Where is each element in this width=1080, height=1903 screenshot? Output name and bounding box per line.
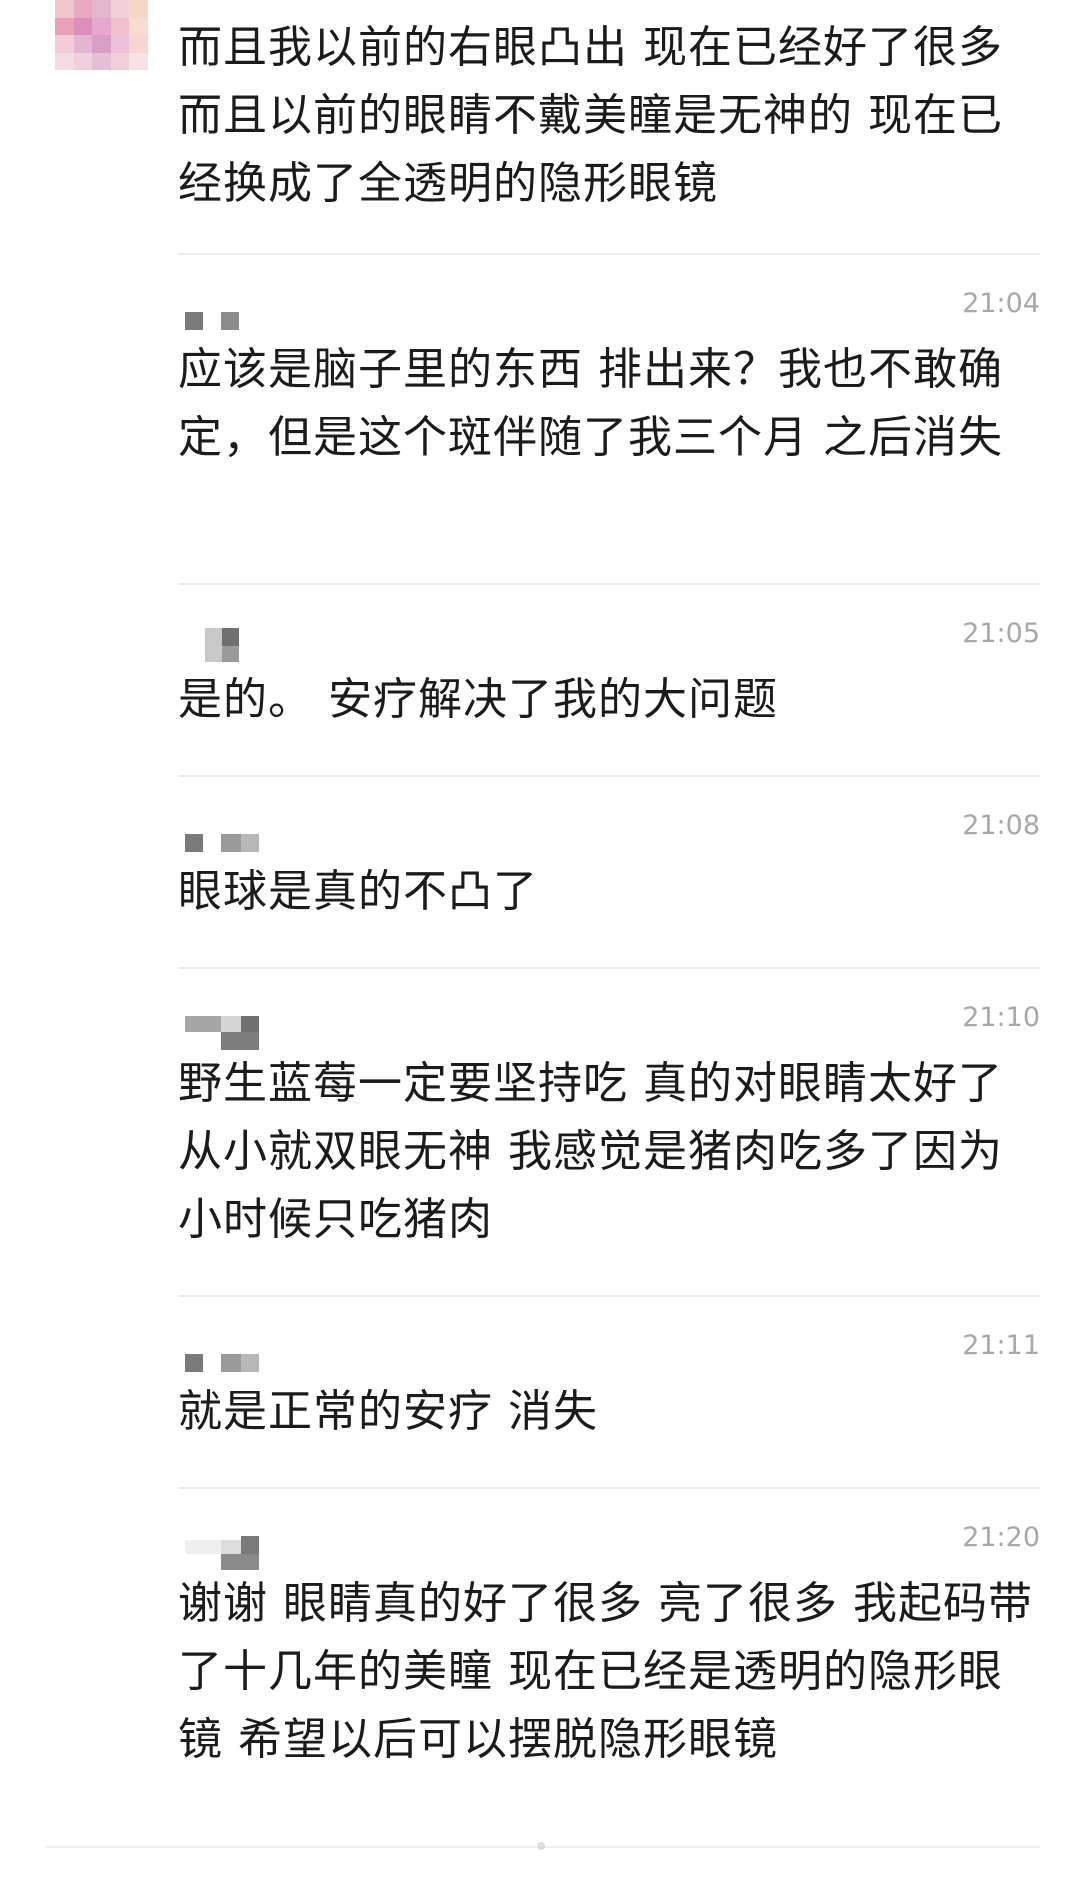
comment-text: 谢谢 眼睛真的好了很多 亮了很多 我起码带了十几年的美瞳 现在已经是透明的隐形眼… — [178, 1578, 1033, 1765]
comment-text: 是的。 安疗解决了我的大问题 — [178, 674, 778, 725]
comment-text: 应该是脑子里的东西 排出来？我也不敢确定，但是这个斑伴随了我三个月 之后消失 — [178, 344, 1003, 463]
username-blurred[interactable] — [185, 628, 239, 662]
divider — [178, 583, 1040, 585]
username-blurred[interactable] — [185, 834, 265, 856]
avatar[interactable] — [55, 0, 148, 70]
username-blurred[interactable] — [185, 312, 245, 334]
divider — [178, 775, 1040, 777]
divider — [178, 253, 1040, 255]
comment-time: 21:20 — [962, 1522, 1040, 1553]
comment-text: 而且我以前的右眼凸出 现在已经好了很多 而且以前的眼睛不戴美瞳是无神的 现在已经… — [178, 22, 1003, 209]
divider — [178, 1487, 1040, 1489]
username-blurred[interactable] — [185, 1016, 265, 1050]
scroll-indicator-dot — [537, 1842, 545, 1850]
comment-text: 就是正常的安疗 消失 — [178, 1386, 598, 1437]
username-blurred[interactable] — [185, 1354, 265, 1376]
comment-time: 21:05 — [962, 618, 1040, 649]
comment-time: 21:08 — [962, 810, 1040, 841]
comment-feed: 而且我以前的右眼凸出 现在已经好了很多 而且以前的眼睛不戴美瞳是无神的 现在已经… — [0, 0, 1080, 1903]
comment-text: 野生蓝莓一定要坚持吃 真的对眼睛太好了 从小就双眼无神 我感觉是猪肉吃多了因为小… — [178, 1058, 1003, 1245]
comment-time: 21:11 — [962, 1330, 1040, 1361]
divider — [178, 1295, 1040, 1297]
comment-time: 21:10 — [962, 1002, 1040, 1033]
divider — [178, 967, 1040, 969]
comment-text: 眼球是真的不凸了 — [178, 866, 538, 917]
comment-time: 21:04 — [962, 288, 1040, 319]
username-blurred[interactable] — [185, 1536, 265, 1570]
